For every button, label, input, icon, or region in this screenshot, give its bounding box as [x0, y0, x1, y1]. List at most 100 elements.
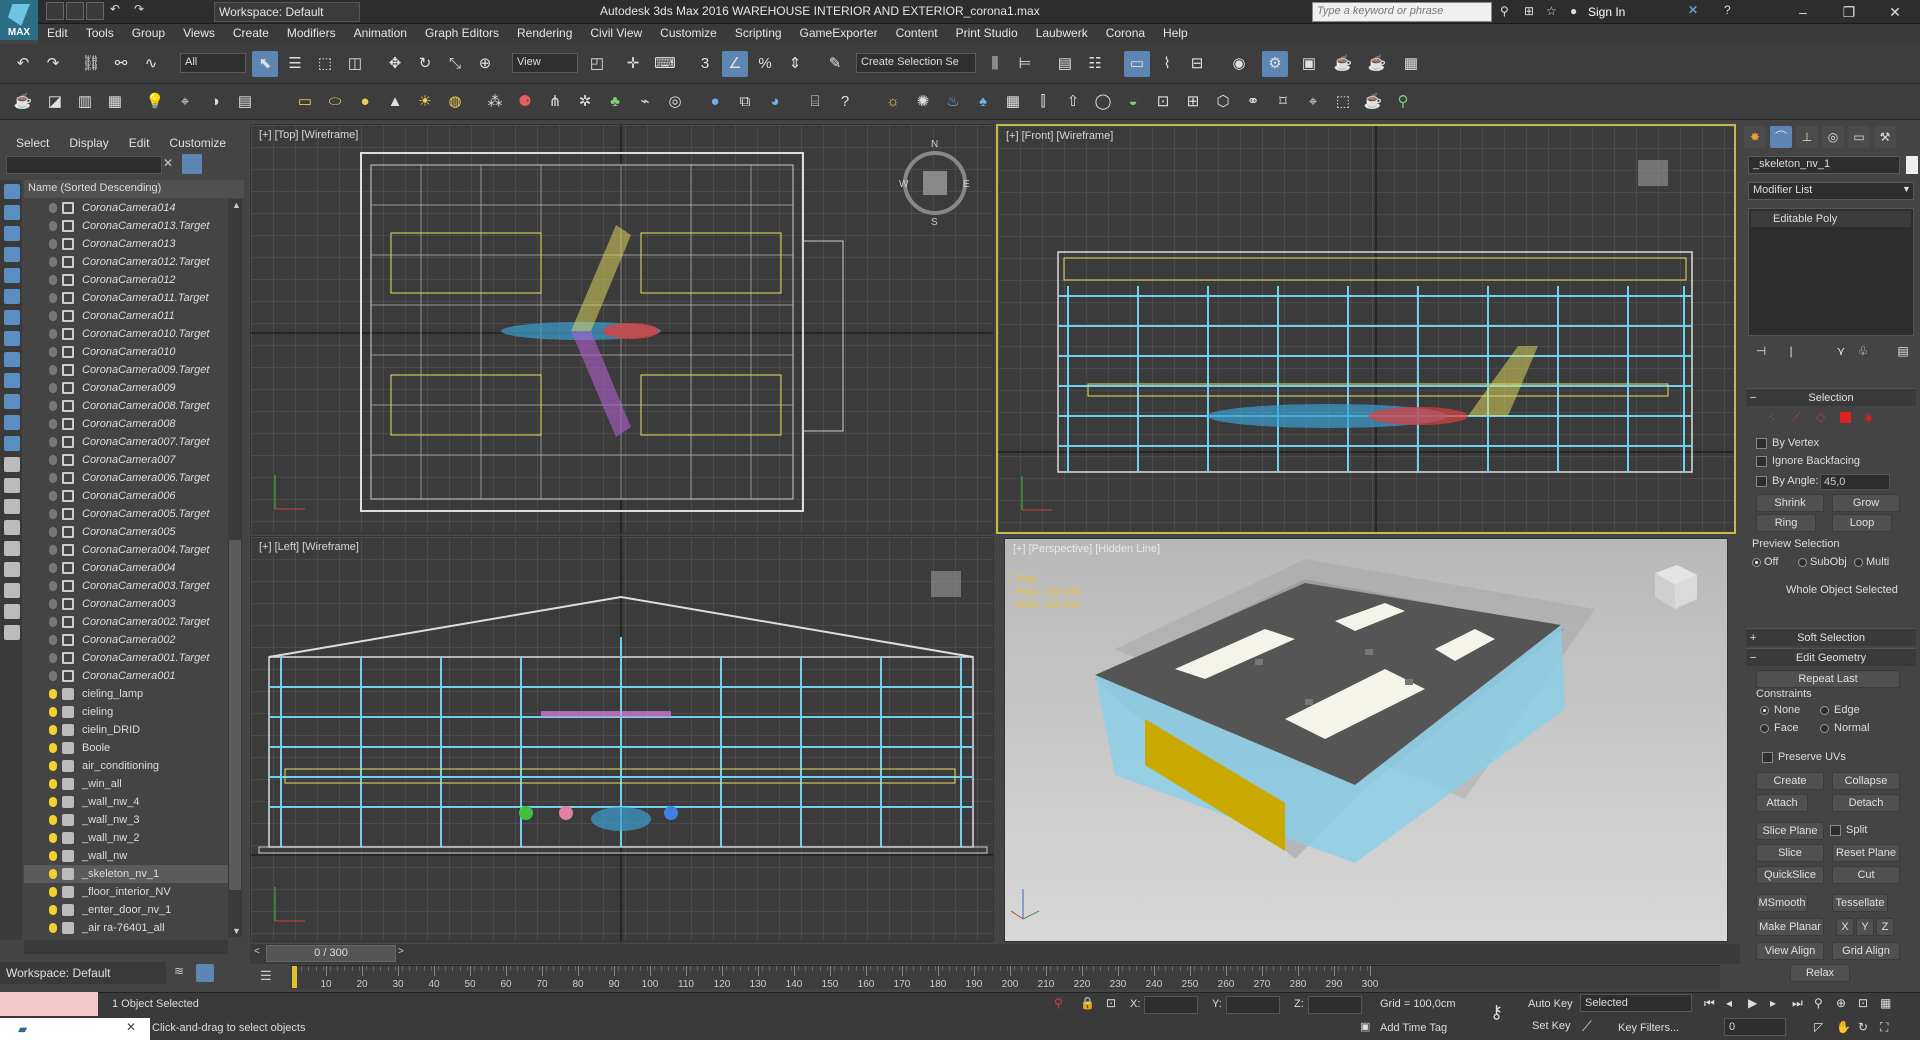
list-item[interactable]: CoronaCamera002.Target	[24, 613, 228, 631]
binoculars-icon[interactable]: ⚲	[1500, 4, 1509, 18]
explorer-filter-icon[interactable]	[4, 268, 20, 283]
list-item[interactable]: _air ra-76401_all	[24, 919, 228, 937]
rollout-soft-selection[interactable]: + Soft Selection	[1746, 628, 1916, 646]
split-checkbox[interactable]	[1830, 825, 1841, 836]
viewcube[interactable]	[1638, 160, 1668, 186]
grid-icon[interactable]: ▦	[1000, 89, 1026, 115]
corona-render-icon[interactable]: ◪	[42, 89, 68, 115]
box-icon[interactable]: ⊡	[1150, 89, 1176, 115]
visibility-bulb-icon[interactable]	[49, 293, 57, 303]
constraint-edge-radio[interactable]	[1820, 706, 1829, 715]
minimize-icon[interactable]: –	[1780, 0, 1826, 24]
display-tab-icon[interactable]: ▭	[1848, 126, 1870, 148]
viewport-top[interactable]: [+] [Top] [Wireframe] N S W E	[250, 124, 994, 534]
explorer-filter-icon[interactable]	[4, 205, 20, 220]
light-lister-icon[interactable]: ☼	[880, 89, 906, 115]
zoom-all-icon[interactable]: ⊕	[1836, 996, 1846, 1010]
grid-align-button[interactable]: Grid Align	[1832, 942, 1900, 960]
viewport-left[interactable]: [+] [Left] [Wireframe]	[250, 536, 994, 942]
close-icon[interactable]: ✕	[1872, 0, 1918, 24]
converter-icon[interactable]: ⧉	[732, 89, 758, 115]
menu-customize[interactable]: Customize	[651, 24, 726, 42]
visibility-bulb-icon[interactable]	[49, 437, 57, 447]
explorer-tab-select[interactable]: Select	[6, 132, 59, 154]
list-item[interactable]: CoronaCamera001	[24, 667, 228, 685]
light-bulb-icon[interactable]: ✺	[910, 89, 936, 115]
constraint-normal-radio[interactable]	[1820, 724, 1829, 733]
bind-spacewarp-icon[interactable]: ∿	[138, 51, 164, 77]
y-coordinate-field[interactable]	[1226, 996, 1280, 1014]
stack-item-editable-poly[interactable]: Editable Poly	[1751, 211, 1911, 227]
explorer-column-header[interactable]: Name (Sorted Descending)	[24, 180, 244, 198]
auto-key-button[interactable]: Auto Key	[1528, 998, 1573, 1010]
configure-sets-icon[interactable]: ▤	[1894, 342, 1912, 360]
viewcube[interactable]	[1655, 565, 1697, 609]
visibility-bulb-icon[interactable]	[49, 599, 57, 609]
explorer-filter-icon[interactable]	[4, 289, 20, 304]
list-item[interactable]: CoronaCamera006	[24, 487, 228, 505]
visibility-bulb-icon[interactable]	[49, 743, 57, 753]
list-item[interactable]: CoronaCamera011.Target	[24, 289, 228, 307]
render-setup-icon[interactable]: ⚙	[1262, 51, 1288, 77]
list-item[interactable]: CoronaCamera010.Target	[24, 325, 228, 343]
list-item[interactable]: air_conditioning	[24, 757, 228, 775]
corona-proxy-icon[interactable]: ▤	[232, 89, 258, 115]
element-subobj-icon[interactable]: ◈	[1864, 410, 1873, 424]
explorer-filter-icon[interactable]	[4, 499, 20, 514]
menu-corona[interactable]: Corona	[1097, 24, 1154, 42]
select-manipulate-icon[interactable]: ✛	[620, 51, 646, 77]
list-item[interactable]: CoronaCamera014	[24, 199, 228, 217]
show-end-result-icon[interactable]: |	[1782, 342, 1800, 360]
visibility-bulb-icon[interactable]	[49, 635, 57, 645]
collapse-button[interactable]: Collapse	[1832, 772, 1900, 790]
visibility-bulb-icon[interactable]	[49, 617, 57, 627]
corona-vfb-icon[interactable]: ▥	[72, 89, 98, 115]
rollout-selection[interactable]: − Selection	[1746, 388, 1916, 406]
move-icon[interactable]: ✥	[382, 51, 408, 77]
menu-content[interactable]: Content	[887, 24, 947, 42]
teapot-icon[interactable]: ☕	[10, 89, 36, 115]
create-button[interactable]: Create	[1756, 772, 1824, 790]
material-library-icon[interactable]: ◎	[662, 89, 688, 115]
communication-center-icon[interactable]: ⊞	[1524, 4, 1534, 18]
visibility-bulb-icon[interactable]	[49, 581, 57, 591]
save-file-icon[interactable]	[86, 2, 104, 20]
explorer-filter-icon[interactable]	[4, 331, 20, 346]
list-item[interactable]: Boole	[24, 739, 228, 757]
visibility-bulb-icon[interactable]	[49, 365, 57, 375]
motion-tab-icon[interactable]: ◎	[1822, 126, 1844, 148]
object-name-field[interactable]: _skeleton_nv_1	[1748, 156, 1900, 174]
slice-plane-button[interactable]: Slice Plane	[1756, 822, 1824, 840]
msmooth-button[interactable]: MSmooth	[1756, 894, 1808, 912]
help-icon[interactable]: ?	[1724, 3, 1731, 17]
list-item[interactable]: CoronaCamera001.Target	[24, 649, 228, 667]
by-angle-spinner[interactable]: 45,0	[1820, 474, 1890, 490]
list-item[interactable]: CoronaCamera005.Target	[24, 505, 228, 523]
orbit-icon[interactable]: ↻	[1858, 1020, 1868, 1034]
explorer-tab-customize[interactable]: Customize	[159, 132, 236, 154]
spinner-snap-icon[interactable]: ⇕	[782, 51, 808, 77]
visibility-bulb-icon[interactable]	[49, 221, 57, 231]
ribbon-toggle-icon[interactable]: ▭	[1124, 51, 1150, 77]
undo-icon[interactable]: ↶	[10, 51, 36, 77]
select-by-name-icon[interactable]: ☰	[282, 51, 308, 77]
list-item[interactable]: CoronaCamera011	[24, 307, 228, 325]
corona-camera-icon[interactable]: ⌖	[172, 89, 198, 115]
menu-tools[interactable]: Tools	[77, 24, 123, 42]
go-to-start-icon[interactable]: ⏮	[1704, 996, 1715, 1011]
exchange-icon[interactable]: ✕	[1688, 3, 1698, 17]
time-tag-icon[interactable]: ▣	[1360, 1020, 1370, 1033]
visibility-bulb-icon[interactable]	[49, 923, 57, 933]
keyboard-shortcut-icon[interactable]: ⌨	[652, 51, 678, 77]
modifier-list-dropdown[interactable]: Modifier List	[1748, 182, 1914, 200]
list-item[interactable]: CoronaCamera007.Target	[24, 433, 228, 451]
redo-icon[interactable]: ↷	[40, 51, 66, 77]
rocket-icon[interactable]: ⇧	[1060, 89, 1086, 115]
edit-named-selection-icon[interactable]: ✎	[822, 51, 848, 77]
hierarchy-tab-icon[interactable]: ⊥	[1796, 126, 1818, 148]
maximize-icon[interactable]: ❐	[1826, 0, 1872, 24]
attach-button[interactable]: Attach	[1756, 794, 1808, 812]
viewport-front[interactable]: [+] [Front] [Wireframe]	[996, 124, 1736, 534]
remove-modifier-icon[interactable]: ♧	[1854, 342, 1872, 360]
visibility-bulb-icon[interactable]	[49, 257, 57, 267]
